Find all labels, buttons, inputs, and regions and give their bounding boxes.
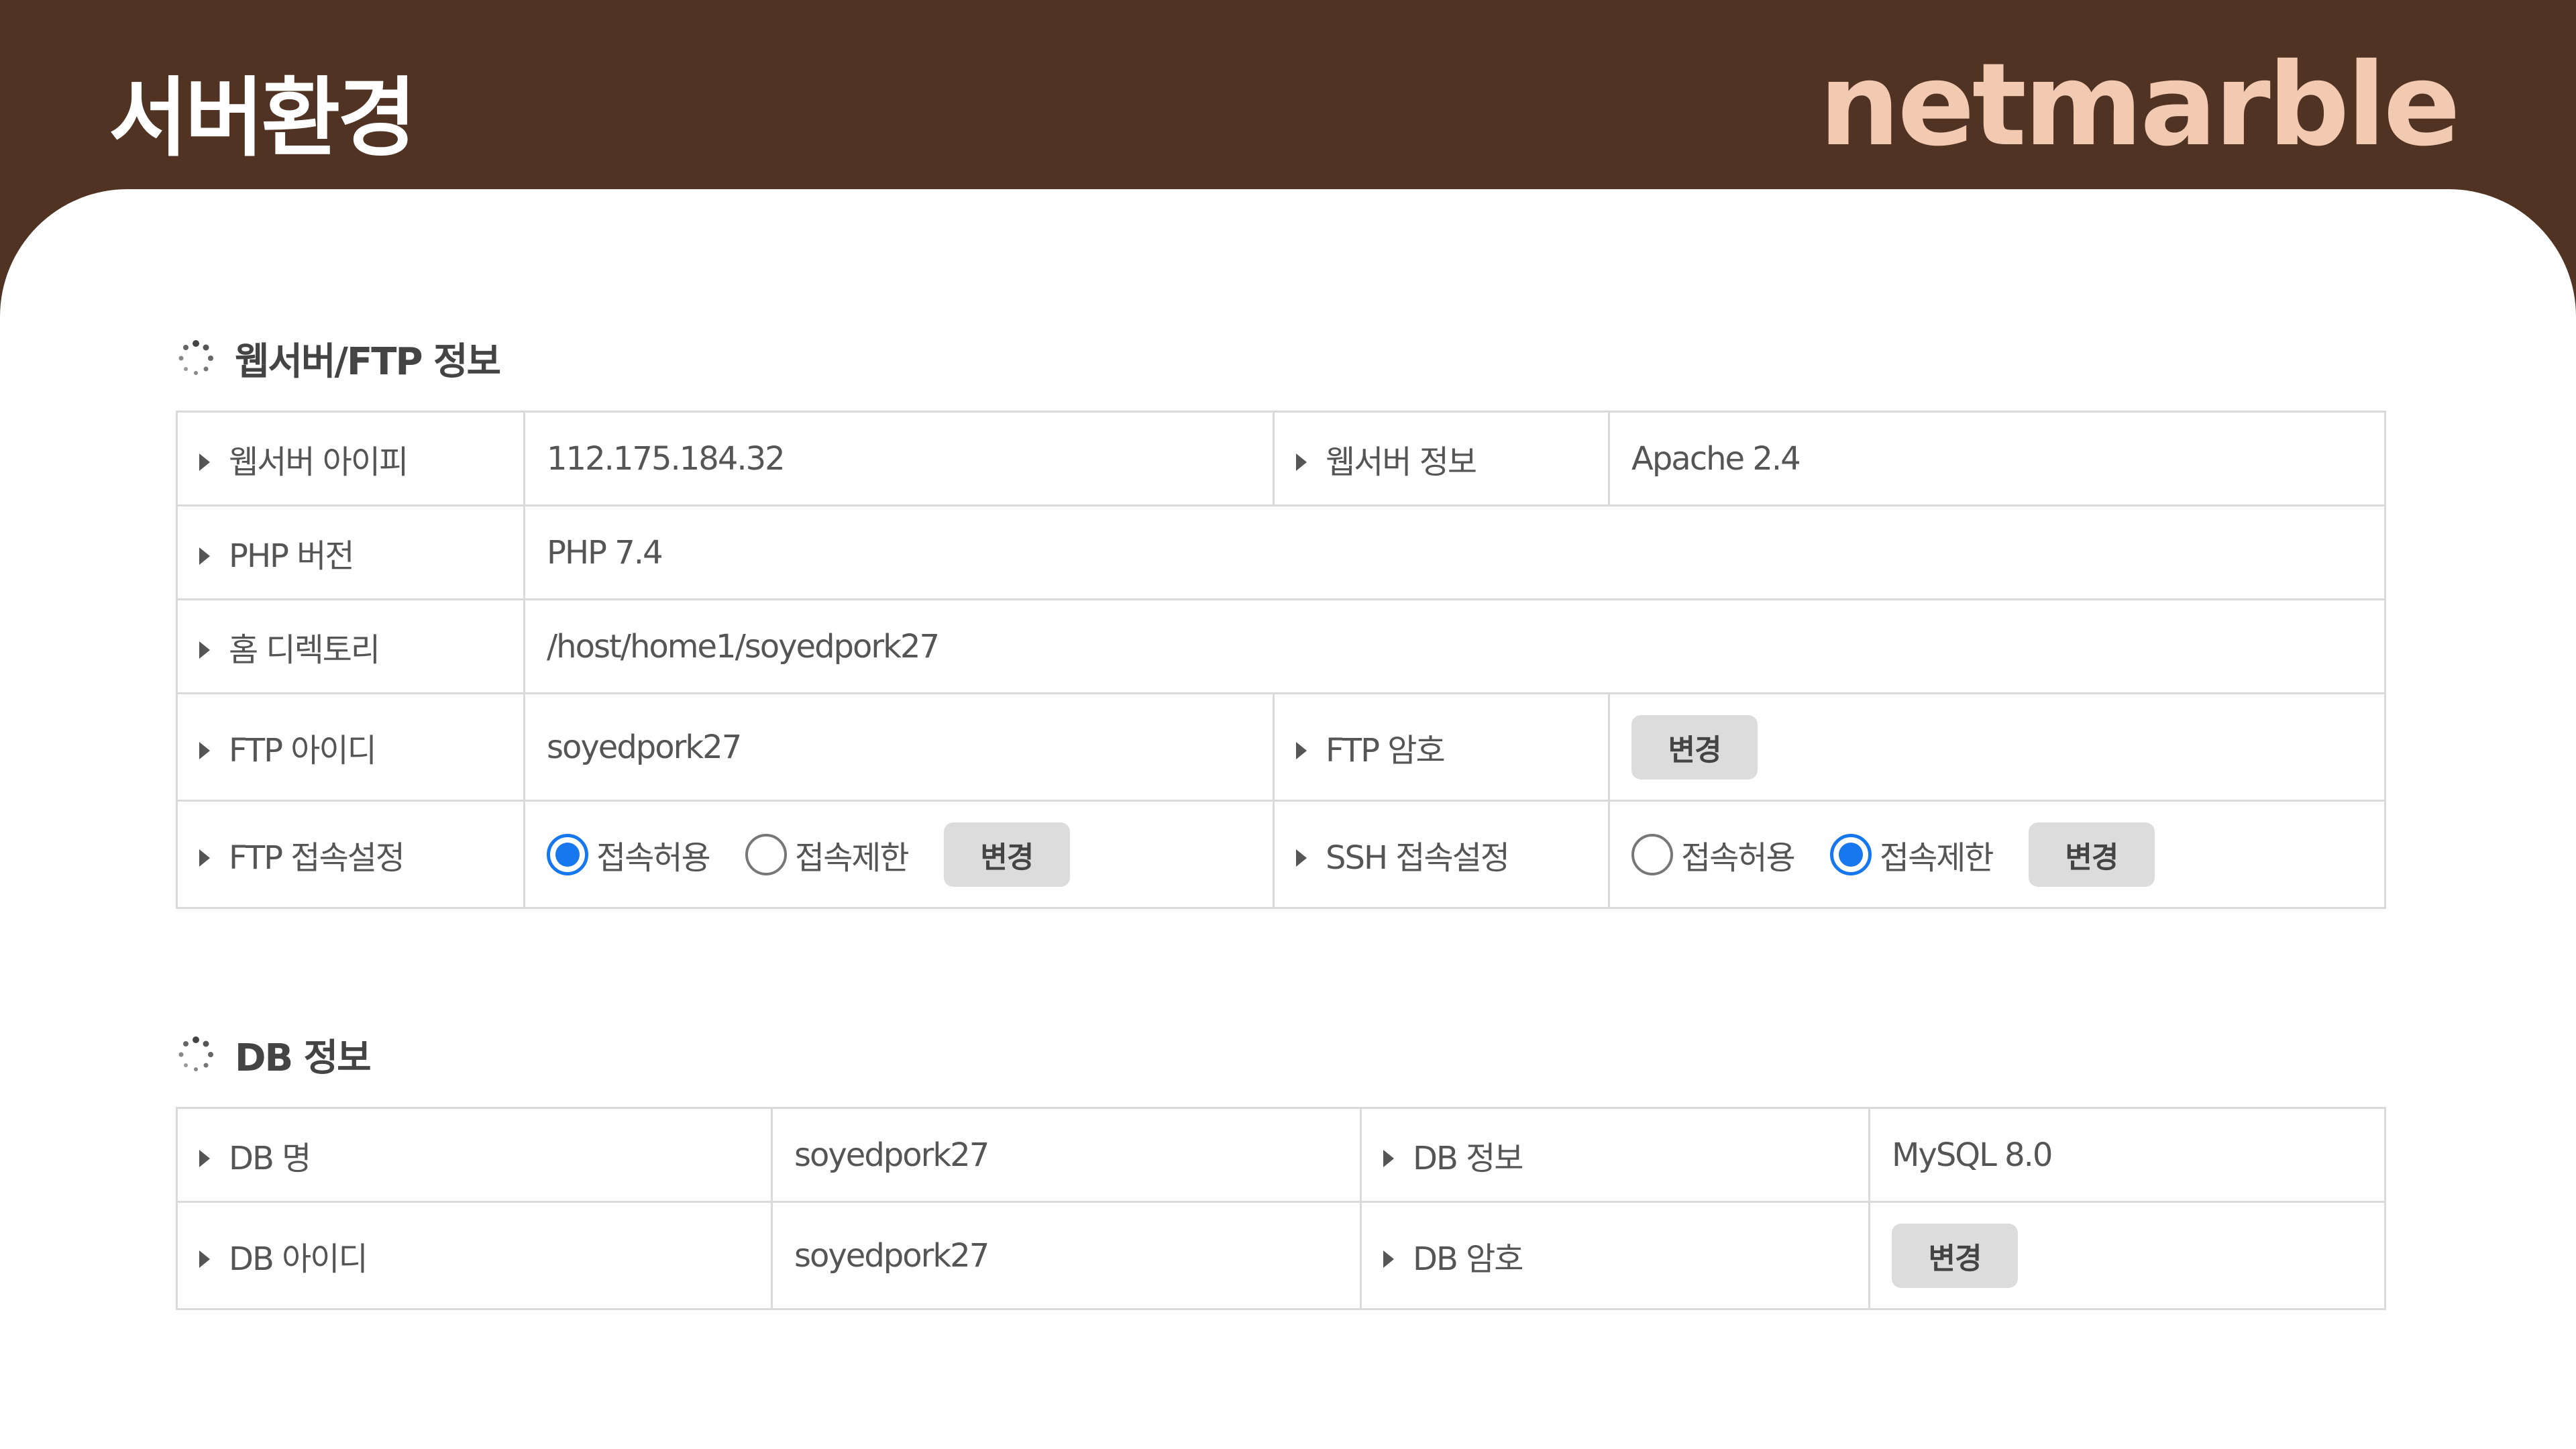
ftp-password-change-button[interactable]: 변경: [1631, 714, 1758, 780]
home-label-cell: 홈 디렉토리: [176, 598, 525, 694]
triangle-bullet-icon: [199, 547, 210, 565]
ftp-access-label: FTP 접속설정: [229, 839, 405, 877]
triangle-bullet-icon: [199, 641, 210, 659]
db-pw-cell: 변경: [1868, 1201, 2386, 1310]
triangle-bullet-icon: [199, 1250, 210, 1268]
db-pw-label: DB 암호: [1413, 1240, 1523, 1278]
db-name-label-cell: DB 명: [176, 1107, 773, 1203]
content-card: 웹서버/FTP 정보 웹서버 아이피 112.175.184.32 웹서버 정보…: [0, 189, 2576, 1449]
webinfo-value: Apache 2.4: [1608, 411, 2386, 506]
ftp-allow-radio[interactable]: [547, 833, 588, 875]
ftp-deny-radio[interactable]: [745, 833, 787, 875]
ssh-allow-label[interactable]: 접속허용: [1681, 831, 1796, 878]
home-dir-label: 홈 디렉토리: [229, 631, 380, 669]
php-label-cell: PHP 버전: [176, 504, 525, 600]
ssh-deny-radio[interactable]: [1829, 833, 1872, 875]
loading-dots-icon: [178, 340, 213, 375]
table-row: FTP 접속설정 접속허용 접속제한 변경 SSH 접속설정 접속허용 접속제한…: [176, 800, 2386, 909]
db-id-value: soyedpork27: [771, 1201, 1362, 1310]
ftp-id-label: FTP 아이디: [229, 731, 377, 769]
db-info-table: DB 명 soyedpork27 DB 정보 MySQL 8.0 DB 아이디 …: [176, 1107, 2386, 1310]
table-row: PHP 버전 PHP 7.4: [176, 504, 2386, 600]
php-label: PHP 버전: [229, 537, 355, 575]
ftp-allow-option[interactable]: 접속허용: [547, 831, 711, 878]
table-row: 홈 디렉토리 /host/home1/soyedpork27: [176, 598, 2386, 694]
ftp-id-value: soyedpork27: [523, 692, 1275, 802]
ftp-pw-label-cell: FTP 암호: [1273, 692, 1610, 802]
db-password-change-button[interactable]: 변경: [1892, 1223, 2018, 1288]
ip-label: 웹서버 아이피: [229, 443, 409, 481]
ftp-access-change-button[interactable]: 변경: [943, 822, 1070, 887]
ftp-id-label-cell: FTP 아이디: [176, 692, 525, 802]
db-info-label: DB 정보: [1413, 1139, 1523, 1177]
db-id-label: DB 아이디: [229, 1240, 368, 1278]
triangle-bullet-icon: [1296, 741, 1307, 759]
triangle-bullet-icon: [1296, 849, 1307, 867]
ftp-deny-option[interactable]: 접속제한: [745, 831, 910, 878]
ssh-access-change-button[interactable]: 변경: [2028, 822, 2155, 887]
ftp-deny-label[interactable]: 접속제한: [795, 831, 910, 878]
db-name-label: DB 명: [229, 1139, 311, 1177]
ftp-allow-label[interactable]: 접속허용: [596, 831, 711, 878]
db-info-label-cell: DB 정보: [1360, 1107, 1870, 1203]
page-header: 서버환경 netmarble: [0, 0, 2576, 191]
ssh-access-cell: 접속허용 접속제한 변경: [1608, 800, 2386, 909]
php-version-value: PHP 7.4: [523, 504, 2386, 600]
ftp-pw-cell: 변경: [1608, 692, 2386, 802]
table-row: DB 명 soyedpork27 DB 정보 MySQL 8.0: [176, 1107, 2386, 1203]
db-info-value: MySQL 8.0: [1868, 1107, 2386, 1203]
db-pw-label-cell: DB 암호: [1360, 1201, 1870, 1310]
web-ftp-section-title: 웹서버/FTP 정보: [176, 331, 501, 385]
web-ftp-info-table: 웹서버 아이피 112.175.184.32 웹서버 정보 Apache 2.4…: [176, 411, 2386, 909]
section-title-text: DB 정보: [235, 1036, 372, 1080]
db-id-label-cell: DB 아이디: [176, 1201, 773, 1310]
triangle-bullet-icon: [199, 849, 210, 867]
ssh-deny-option[interactable]: 접속제한: [1829, 831, 1994, 878]
triangle-bullet-icon: [199, 1149, 210, 1167]
ssh-access-label-cell: SSH 접속설정: [1273, 800, 1610, 909]
ftp-access-cell: 접속허용 접속제한 변경: [523, 800, 1275, 909]
webinfo-label: 웹서버 정보: [1326, 443, 1477, 481]
db-section-title: DB 정보: [176, 1028, 372, 1081]
table-row: 웹서버 아이피 112.175.184.32 웹서버 정보 Apache 2.4: [176, 411, 2386, 506]
page-title: 서버환경: [109, 68, 417, 168]
triangle-bullet-icon: [1383, 1149, 1394, 1167]
ssh-allow-radio[interactable]: [1631, 833, 1673, 875]
db-name-value: soyedpork27: [771, 1107, 1362, 1203]
triangle-bullet-icon: [199, 741, 210, 759]
ssh-deny-label[interactable]: 접속제한: [1880, 831, 1994, 878]
ssh-allow-option[interactable]: 접속허용: [1631, 831, 1796, 878]
ip-value: 112.175.184.32: [523, 411, 1275, 506]
loading-dots-icon: [178, 1036, 213, 1071]
home-dir-value: /host/home1/soyedpork27: [523, 598, 2386, 694]
webinfo-label-cell: 웹서버 정보: [1273, 411, 1610, 506]
ftp-pw-label: FTP 암호: [1326, 731, 1446, 769]
triangle-bullet-icon: [199, 453, 210, 471]
ssh-access-label: SSH 접속설정: [1326, 839, 1510, 877]
ip-label-cell: 웹서버 아이피: [176, 411, 525, 506]
table-row: FTP 아이디 soyedpork27 FTP 암호 변경: [176, 692, 2386, 802]
section-title-text: 웹서버/FTP 정보: [235, 339, 501, 384]
ftp-access-label-cell: FTP 접속설정: [176, 800, 525, 909]
table-row: DB 아이디 soyedpork27 DB 암호 변경: [176, 1201, 2386, 1310]
triangle-bullet-icon: [1383, 1250, 1394, 1268]
netmarble-logo[interactable]: netmarble: [1819, 39, 2461, 172]
triangle-bullet-icon: [1296, 453, 1307, 471]
